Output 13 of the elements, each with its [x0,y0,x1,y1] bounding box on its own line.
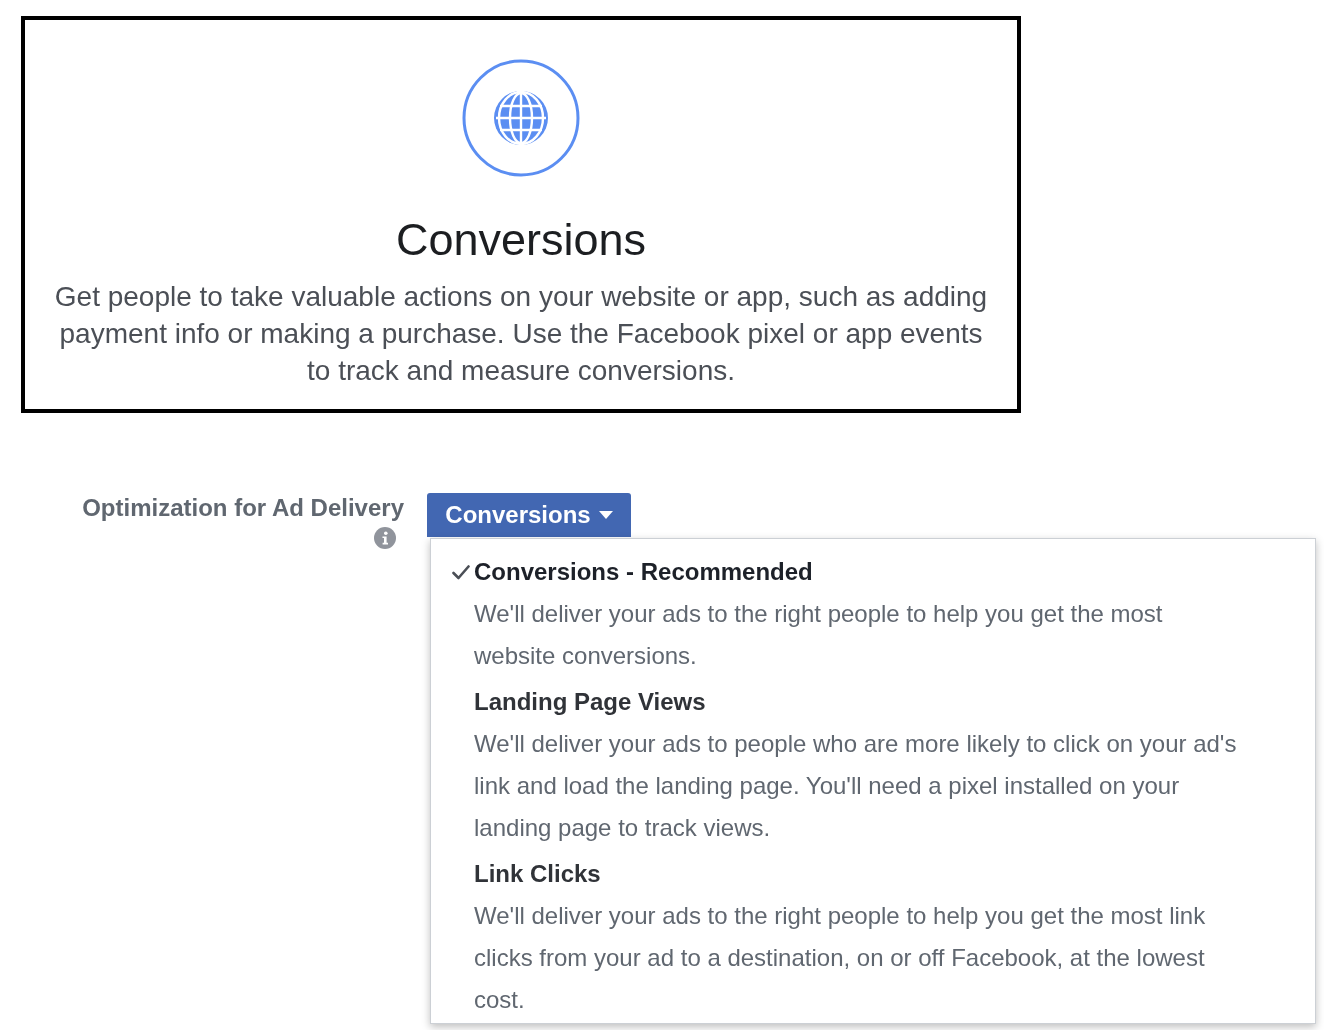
field-label: Optimization for Ad Delivery [82,493,404,523]
option-description: We'll deliver your ads to the right people to help you get the most link clicks from your ad to a destination, on or off Facebook, at the lowest cost. [474,901,1207,1015]
option-title[interactable]: Link Clicks [474,853,601,895]
option-description: We'll deliver your ads to the right people to help you get the most website conversions. [474,599,1164,671]
objective-description: Get people to take valuable actions on your website or app, such as adding payment info or making a purchase. Use the Facebook pixel or app events to track and measure conversions. [53,280,989,388]
option-title[interactable]: Conversions - Recommended [474,551,813,593]
dropdown-button[interactable]: Conversions [427,493,631,537]
option-title[interactable]: Landing Page Views [474,681,706,723]
caret-icon [598,511,613,519]
objective-title: Conversions [395,214,647,266]
option-description: We'll deliver your ads to people who are more likely to click on your ad's link and load the landing page. You'll need a pixel installed on your landing page to track views. [474,729,1238,843]
globe-icon [462,59,580,177]
info-icon[interactable] [374,527,396,549]
